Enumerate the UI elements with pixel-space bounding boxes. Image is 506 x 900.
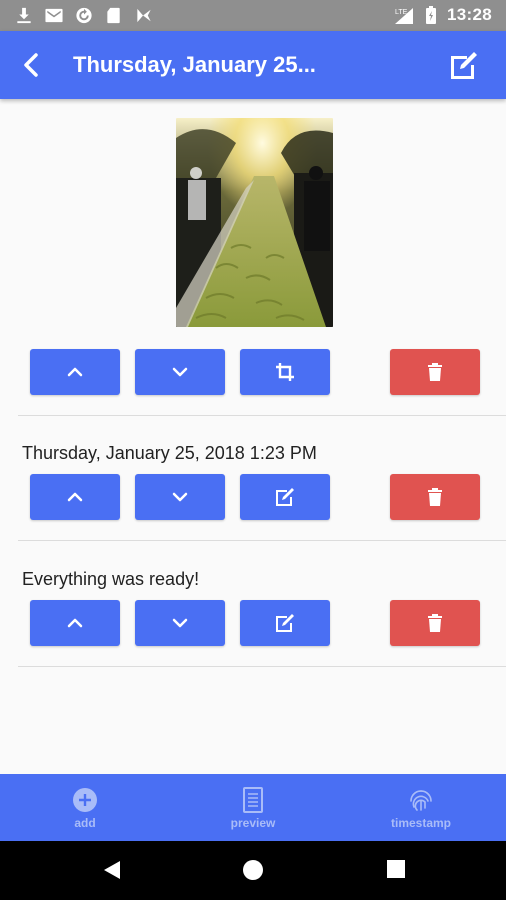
delete-icon	[428, 614, 442, 632]
edit-icon	[276, 488, 294, 506]
nav-preview[interactable]: preview	[169, 774, 337, 841]
document-icon	[243, 787, 263, 813]
text1-delete-button[interactable]	[390, 474, 480, 520]
nav-add-label: add	[74, 816, 96, 830]
move-down-icon	[172, 367, 188, 377]
network-type: LTE	[395, 9, 408, 16]
battery-icon	[426, 6, 437, 24]
divider	[18, 666, 506, 667]
home-circle-icon[interactable]	[242, 859, 264, 881]
entry-text-timestamp: Thursday, January 25, 2018 1:23 PM	[22, 443, 317, 463]
system-status: LTE 13:28	[393, 5, 492, 25]
nav-preview-label: preview	[230, 816, 276, 830]
edit-note-icon	[451, 52, 477, 79]
entry-content: Thursday, January 25, 2018 1:23 PM Every…	[0, 99, 506, 774]
edit-icon	[276, 614, 294, 632]
move-up-icon	[67, 618, 83, 628]
delete-icon	[428, 363, 442, 381]
system-nav-bar	[0, 841, 506, 900]
text2-move-up-button[interactable]	[30, 600, 120, 646]
page-title: Thursday, January 25...	[73, 52, 316, 77]
signal-icon: LTE	[395, 7, 414, 24]
move-down-icon	[172, 492, 188, 502]
image-move-down-button[interactable]	[135, 349, 225, 395]
divider	[18, 415, 506, 416]
sync-icon	[76, 7, 92, 24]
back-triangle-icon[interactable]	[100, 859, 122, 881]
image-move-up-button[interactable]	[30, 349, 120, 395]
image-delete-button[interactable]	[390, 349, 480, 395]
nav-add[interactable]: add	[1, 774, 169, 841]
notification-icons	[14, 6, 154, 25]
text1-move-up-button[interactable]	[30, 474, 120, 520]
nav-timestamp-label: timestamp	[390, 816, 452, 830]
gmail-icon	[45, 8, 63, 23]
text2-move-down-button[interactable]	[135, 600, 225, 646]
download-icon	[17, 7, 31, 24]
entry-text-note: Everything was ready!	[22, 569, 200, 589]
edit-title-button[interactable]	[448, 51, 480, 81]
text1-move-down-button[interactable]	[135, 474, 225, 520]
bottom-nav: add preview timestamp	[0, 774, 506, 841]
play-store-icon	[137, 8, 151, 23]
recents-square-icon[interactable]	[386, 859, 406, 879]
move-up-icon	[67, 492, 83, 502]
text2-edit-button[interactable]	[240, 600, 330, 646]
sd-card-icon	[107, 7, 120, 24]
back-button[interactable]	[18, 51, 46, 79]
move-up-icon	[67, 367, 83, 377]
photo-image	[176, 118, 333, 327]
text1-edit-button[interactable]	[240, 474, 330, 520]
fingerprint-icon	[410, 790, 432, 811]
status-bar: LTE 13:28	[0, 0, 506, 31]
app-bar: Thursday, January 25...	[0, 31, 506, 99]
text2-delete-button[interactable]	[390, 600, 480, 646]
image-crop-button[interactable]	[240, 349, 330, 395]
clock: 13:28	[447, 5, 492, 24]
delete-icon	[428, 488, 442, 506]
entry-photo[interactable]	[176, 118, 333, 327]
back-chevron-icon	[24, 53, 38, 77]
move-down-icon	[172, 618, 188, 628]
crop-icon	[276, 363, 294, 381]
nav-timestamp[interactable]: timestamp	[337, 774, 505, 841]
add-circle-icon	[73, 788, 97, 812]
divider	[18, 540, 506, 541]
